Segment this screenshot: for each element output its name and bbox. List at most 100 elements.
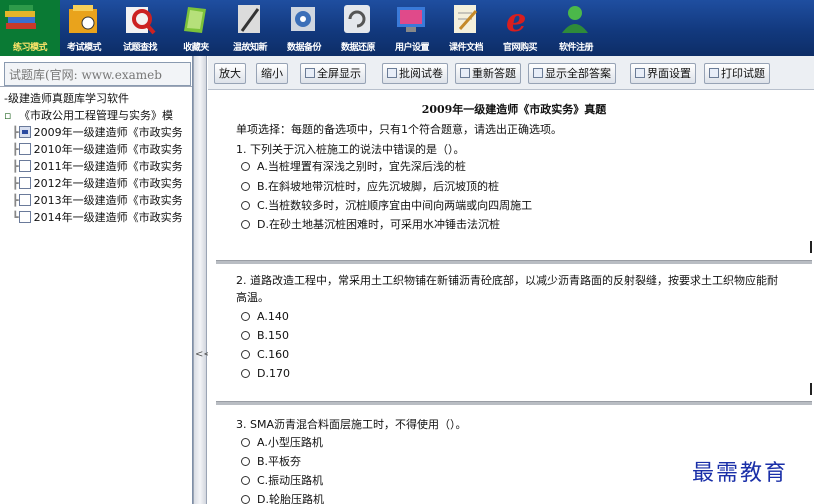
radio-button[interactable] [241,476,250,485]
exam-content: 2009年一级建造师《市政实务》真题 单项选择：每题的备选项中，只有1个符合题意… [208,91,814,504]
tab-label: 收藏夹 [183,43,209,53]
zoom-out-button[interactable]: 缩小 [256,63,288,84]
fullscreen-button[interactable]: 全屏显示 [300,63,366,84]
tab-practice-mode[interactable]: 练习模式 [0,0,60,56]
document-icon [18,126,31,138]
collapse-grip-icon[interactable]: << [195,349,212,360]
tab-data-backup[interactable]: 数据备份 [282,0,330,56]
print-questions-button[interactable]: 打印试题 [704,63,770,84]
tree-node-subject[interactable]: ▫ 《市政公用工程管理与实务》模 [4,107,173,124]
search-magnifier-icon [126,7,156,35]
panel-splitter[interactable]: << [193,56,212,504]
option-label: A.140 [257,310,289,323]
option-b[interactable]: B.150 [241,328,289,344]
question-block-1: 2009年一级建造师《市政实务》真题 单项选择：每题的备选项中，只有1个符合题意… [216,91,812,260]
ui-settings-label: 界面设置 [647,67,691,80]
document-icon [18,160,31,172]
tree-item-2012[interactable]: ┣ 2012年一级建造师《市政实务 [12,175,183,192]
zoom-in-button[interactable]: 放大 [214,63,246,84]
option-label: A.小型压路机 [257,436,323,449]
option-c[interactable]: C.当桩数较多时，沉桩顺序宜由中间向两端或向四周施工 [241,198,532,214]
grade-paper-button[interactable]: 批阅试卷 [382,63,448,84]
grade-paper-label: 批阅试卷 [399,67,443,80]
tab-exam-mode[interactable]: 考试模式 [62,0,112,56]
reanswer-button[interactable]: 重新答题 [455,63,521,84]
show-all-answers-label: 显示全部答案 [545,67,611,80]
option-d[interactable]: D.在砂土地基沉桩困难时，可采用水冲锤击法沉桩 [241,217,500,233]
tree-label: 2011年一级建造师《市政实务 [33,160,183,173]
radio-button[interactable] [241,495,250,504]
tab-label: 官网购买 [502,43,538,53]
option-label: A.当桩埋置有深浅之别时，宜先深后浅的桩 [257,160,466,173]
option-b[interactable]: B.在斜坡地带沉桩时，应先沉坡脚，后沉坡顶的桩 [241,179,499,195]
option-a[interactable]: A.当桩埋置有深浅之别时，宜先深后浅的桩 [241,159,466,175]
user-settings-icon [397,7,425,32]
radio-button[interactable] [241,182,250,191]
radio-button[interactable] [241,331,250,340]
tab-favorites[interactable]: 收藏夹 [174,0,220,56]
tab-official-purchase[interactable]: e 官网购买 [498,0,548,56]
document-icon [18,211,31,223]
radio-button[interactable] [241,201,250,210]
tab-label: 数据备份 [286,43,322,53]
option-label: C.振动压路机 [257,474,324,487]
tab-label: 用户设置 [394,43,430,53]
tree-label: 2012年一级建造师《市政实务 [33,177,183,190]
tab-software-register[interactable]: 软件注册 [554,0,604,56]
option-a[interactable]: A.小型压路机 [241,435,323,451]
print-questions-label: 打印试题 [721,67,765,80]
option-b[interactable]: B.平板夯 [241,454,301,470]
grade-icon [387,68,397,78]
option-c[interactable]: C.振动压路机 [241,473,323,489]
option-label: D.170 [257,367,290,380]
fullscreen-label: 全屏显示 [317,67,361,80]
radio-button[interactable] [241,162,250,171]
watermark-text: 最需教育 [692,461,789,486]
option-d[interactable]: D.170 [241,366,290,382]
tree-root[interactable]: -级建造师真题库学习软件 [4,90,129,107]
tab-user-settings[interactable]: 用户设置 [390,0,438,56]
radio-button[interactable] [241,369,250,378]
tree-item-2009[interactable]: ┣ 2009年一级建造师《市政实务 [12,124,183,141]
reanswer-label: 重新答题 [472,67,516,80]
tree-label: 2013年一级建造师《市政实务 [33,194,183,207]
document-icon [454,5,478,33]
tab-find-questions[interactable]: 试题查找 [118,0,168,56]
option-label: D.在砂土地基沉桩困难时，可采用水冲锤击法沉桩 [257,218,500,231]
ui-settings-button[interactable]: 界面设置 [630,63,696,84]
tab-label: 软件注册 [558,43,594,53]
tab-label: 课件文档 [448,43,484,53]
option-a[interactable]: A.140 [241,309,289,325]
radio-button[interactable] [241,350,250,359]
tree-label: 2010年一级建造师《市政实务 [33,143,183,156]
tree-expander-icon: ▫ [4,109,12,122]
settings-icon [635,68,645,78]
radio-button[interactable] [241,220,250,229]
option-c[interactable]: C.160 [241,347,289,363]
question-divider [216,401,812,405]
tree-item-2014[interactable]: ┗ 2014年一级建造师《市政实务 [12,209,183,226]
tab-review[interactable]: 温故知新 [228,0,276,56]
tree-item-2010[interactable]: ┣ 2010年一级建造师《市政实务 [12,141,183,158]
option-d[interactable]: D.轮胎压路机 [241,492,324,504]
radio-button[interactable] [241,438,250,447]
svg-text:e: e [506,1,526,37]
tree-item-2013[interactable]: ┣ 2013年一级建造师《市政实务 [12,192,183,209]
option-label: B.150 [257,329,290,342]
exam-title: 2009年一级建造师《市政实务》真题 [421,103,607,116]
option-label: C.160 [257,348,290,361]
tab-label: 数据还原 [340,43,376,53]
search-input[interactable]: 试题库(官网: www.exameb [4,62,191,86]
main-toolbar: 练习模式 考试模式 试题查找 收藏夹 温故知新 数据备份 数据还原 用户设置 课… [0,0,814,56]
tree-item-2011[interactable]: ┣ 2011年一级建造师《市政实务 [12,158,183,175]
show-all-answers-button[interactable]: 显示全部答案 [528,63,616,84]
radio-button[interactable] [241,312,250,321]
tab-courseware[interactable]: 课件文档 [444,0,492,56]
reanswer-icon [460,68,470,78]
radio-button[interactable] [241,457,250,466]
tab-label: 温故知新 [232,43,268,53]
question-stem: 2. 道路改造工程中，常采用土工织物铺在新铺沥青砼底部，以减少沥青路面的反射裂缝… [236,274,778,287]
tab-data-restore[interactable]: 数据还原 [336,0,384,56]
document-icon [18,177,31,189]
tab-label: 练习模式 [12,43,48,53]
